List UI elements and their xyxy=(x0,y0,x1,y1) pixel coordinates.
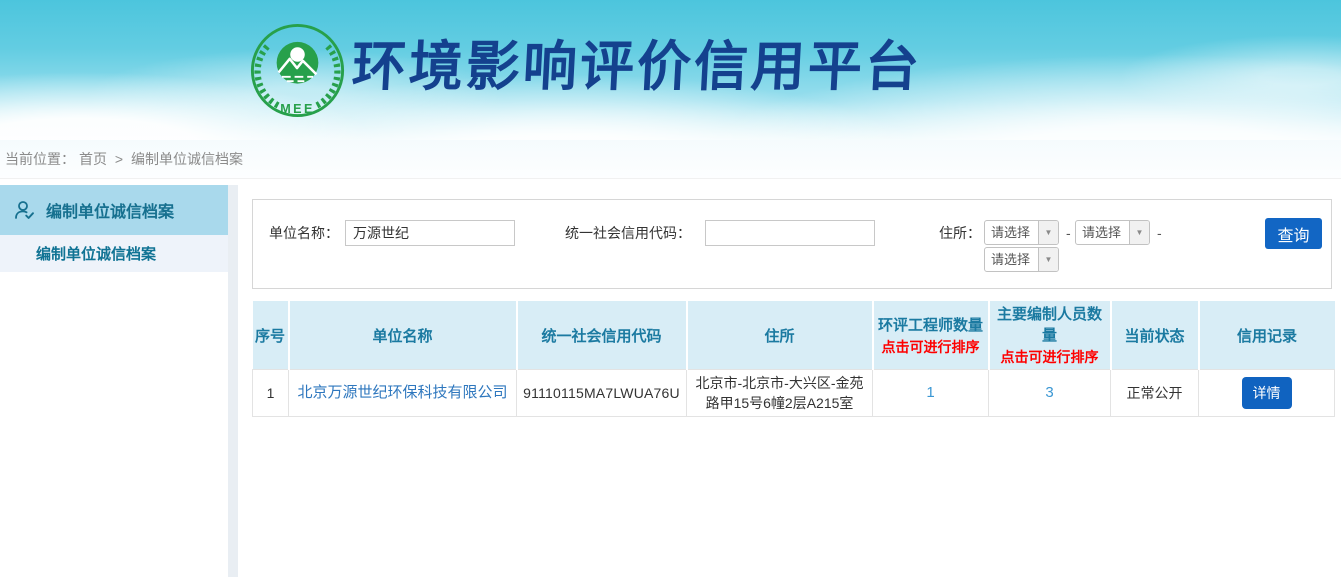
col-header-company: 单位名称 xyxy=(289,301,517,370)
breadcrumb-separator: > xyxy=(115,151,123,167)
chevron-down-icon: ▼ xyxy=(1038,248,1058,271)
engineer-count-link[interactable]: 1 xyxy=(926,384,934,401)
cell-status: 正常公开 xyxy=(1111,370,1199,417)
province-select[interactable]: 请选择 ▼ xyxy=(984,220,1059,245)
result-table: 序号 单位名称 统一社会信用代码 住所 环评工程师数量 点击可进行排序 主要编制… xyxy=(252,301,1335,417)
detail-button[interactable]: 详情 xyxy=(1242,377,1292,409)
cell-index: 1 xyxy=(253,370,289,417)
breadcrumb-label: 当前位置： xyxy=(5,151,75,167)
col-header-staff-count[interactable]: 主要编制人员数量 点击可进行排序 xyxy=(989,301,1111,370)
content-area: 单位名称： 统一社会信用代码： 住所： 请选择 ▼ - 请选择 ▼ - 请选择 … xyxy=(252,199,1332,417)
cell-address: 北京市-北京市-大兴区-金苑路甲15号6幢2层A215室 xyxy=(687,370,873,417)
table-header-row: 序号 单位名称 统一社会信用代码 住所 环评工程师数量 点击可进行排序 主要编制… xyxy=(253,301,1335,370)
city-select[interactable]: 请选择 ▼ xyxy=(1075,220,1150,245)
district-select[interactable]: 请选择 ▼ xyxy=(984,247,1059,272)
province-select-value: 请选择 xyxy=(985,221,1038,244)
sidebar-item-unit-credit-archive[interactable]: 编制单位诚信档案 xyxy=(0,185,228,235)
sidebar-item-label: 编制单位诚信档案 xyxy=(46,198,174,222)
select-dash: - xyxy=(1157,220,1162,246)
col-header-credit-code: 统一社会信用代码 xyxy=(517,301,687,370)
city-select-value: 请选择 xyxy=(1076,221,1129,244)
page-title: 环境影响评价信用平台 xyxy=(351,40,924,94)
main-area: 编制单位诚信档案 编制单位诚信档案 单位名称： 统一社会信用代码： 住所： 请选… xyxy=(0,179,1341,577)
credit-code-label: 统一社会信用代码： xyxy=(565,220,691,246)
select-dash: - xyxy=(1066,220,1071,246)
col-header-address: 住所 xyxy=(687,301,873,370)
col-header-engineer-count-label: 环评工程师数量 xyxy=(878,317,983,334)
sidebar-divider xyxy=(228,185,238,577)
address-label: 住所： xyxy=(939,220,981,246)
search-button[interactable]: 查询 xyxy=(1265,218,1322,249)
col-header-status: 当前状态 xyxy=(1111,301,1199,370)
sidebar: 编制单位诚信档案 编制单位诚信档案 xyxy=(0,185,228,272)
chevron-down-icon: ▼ xyxy=(1038,221,1058,244)
unit-name-input[interactable] xyxy=(345,220,515,246)
staff-count-link[interactable]: 3 xyxy=(1045,384,1053,401)
unit-name-label: 单位名称： xyxy=(269,220,339,246)
logo-text: MEE xyxy=(280,102,315,116)
staff-sort-hint[interactable]: 点击可进行排序 xyxy=(991,347,1109,367)
col-header-index: 序号 xyxy=(253,301,289,370)
col-header-credit-record: 信用记录 xyxy=(1199,301,1335,370)
company-link[interactable]: 北京万源世纪环保科技有限公司 xyxy=(297,384,507,401)
breadcrumb: 当前位置：首页 > 编制单位诚信档案 xyxy=(0,140,1341,179)
breadcrumb-current: 编制单位诚信档案 xyxy=(131,151,243,167)
table-row: 1 北京万源世纪环保科技有限公司 91110115MA7LWUA76U 北京市-… xyxy=(253,370,1335,417)
chevron-down-icon: ▼ xyxy=(1129,221,1149,244)
district-select-value: 请选择 xyxy=(985,248,1038,271)
credit-code-input[interactable] xyxy=(705,220,875,246)
col-header-staff-count-label: 主要编制人员数量 xyxy=(997,306,1102,344)
engineer-sort-hint[interactable]: 点击可进行排序 xyxy=(875,337,987,357)
mee-logo-icon[interactable]: MEE xyxy=(249,22,346,119)
sidebar-subitem-unit-credit-archive[interactable]: 编制单位诚信档案 xyxy=(0,235,228,272)
search-panel: 单位名称： 统一社会信用代码： 住所： 请选择 ▼ - 请选择 ▼ - 请选择 … xyxy=(252,199,1332,289)
col-header-engineer-count[interactable]: 环评工程师数量 点击可进行排序 xyxy=(873,301,989,370)
breadcrumb-home-link[interactable]: 首页 xyxy=(79,151,107,167)
site-header: MEE 环境影响评价信用平台 xyxy=(0,0,1341,140)
sidebar-subitem-label: 编制单位诚信档案 xyxy=(36,243,156,264)
cell-credit-code: 91110115MA7LWUA76U xyxy=(517,370,687,417)
user-check-icon xyxy=(12,198,36,222)
